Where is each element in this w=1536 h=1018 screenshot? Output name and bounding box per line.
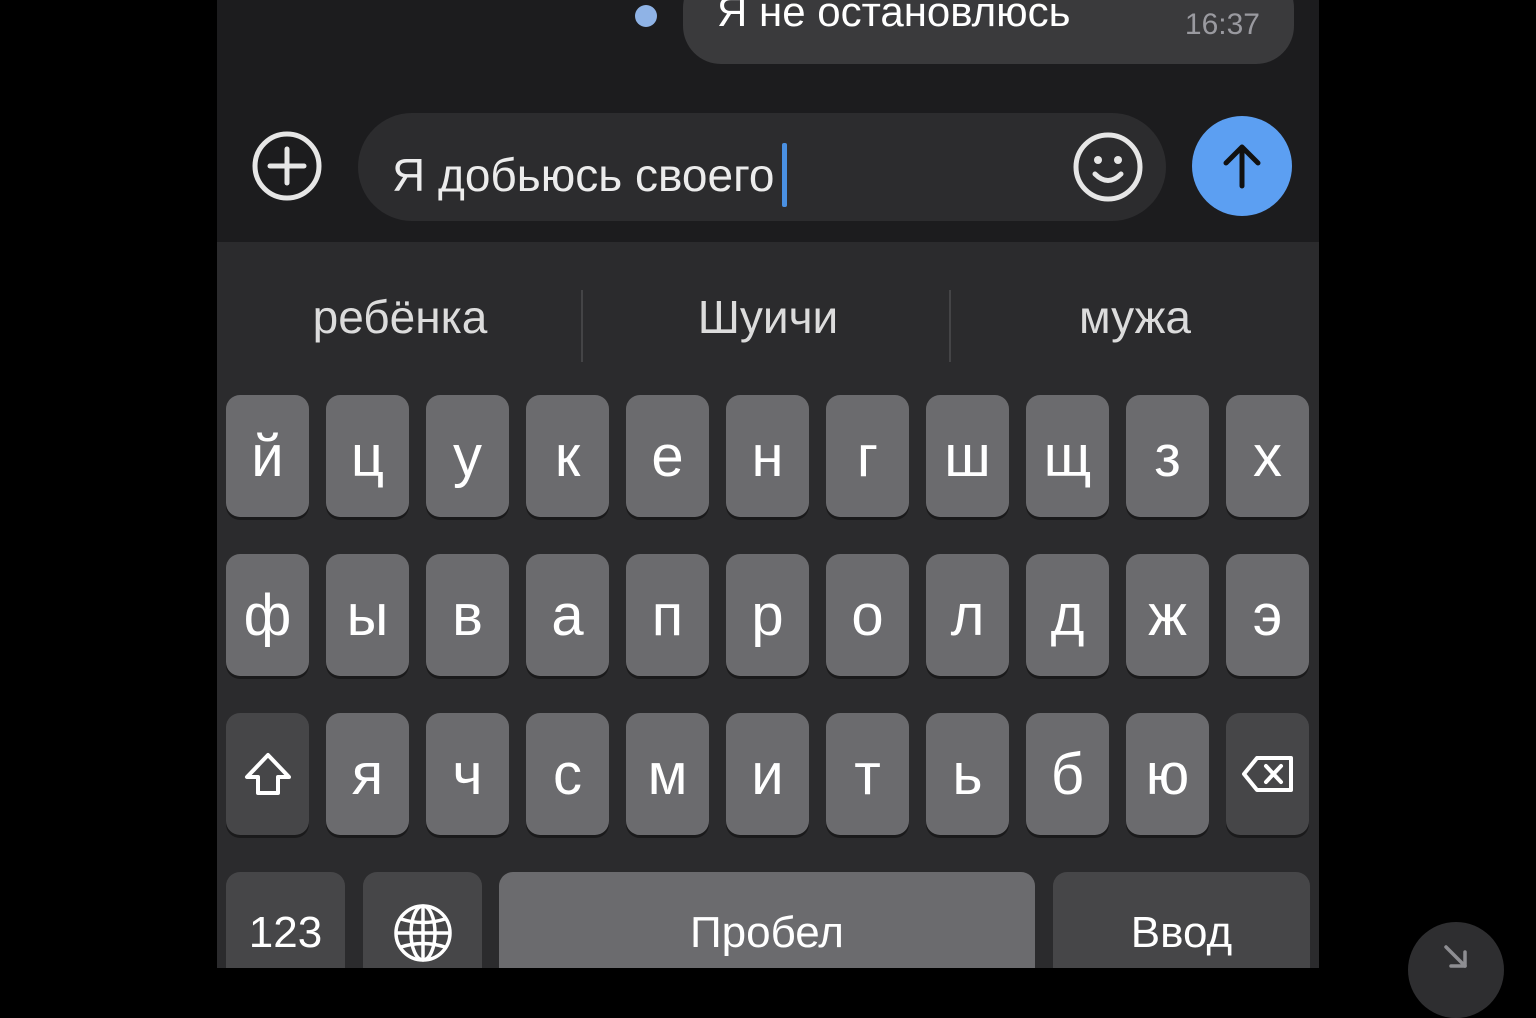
message-input-value: Я добьюсь своего	[392, 149, 775, 201]
key[interactable]: ч	[426, 713, 509, 835]
suggestion-bar: ребёнка Шуичи мужа	[217, 262, 1319, 372]
key[interactable]: с	[526, 713, 609, 835]
shift-key[interactable]	[226, 713, 309, 835]
key[interactable]: х	[1226, 395, 1309, 517]
attach-button[interactable]	[251, 130, 323, 202]
text-caret	[782, 143, 788, 207]
key[interactable]: б	[1026, 713, 1109, 835]
return-key[interactable]: Ввод	[1053, 872, 1310, 968]
message-input[interactable]: Я добьюсь своего	[358, 113, 1166, 221]
key[interactable]: т	[826, 713, 909, 835]
key[interactable]: ю	[1126, 713, 1209, 835]
plus-circle-icon	[252, 131, 322, 201]
key[interactable]: щ	[1026, 395, 1109, 517]
corner-overlay-button[interactable]	[1408, 922, 1504, 1018]
key[interactable]: ф	[226, 554, 309, 676]
key[interactable]: м	[626, 713, 709, 835]
message-time: 16:37	[1184, 8, 1260, 41]
suggestion-separator	[949, 290, 951, 362]
key[interactable]: п	[626, 554, 709, 676]
key[interactable]: у	[426, 395, 509, 517]
suggestion-1[interactable]: ребёнка	[217, 262, 583, 372]
smiley-icon	[1073, 132, 1143, 202]
key[interactable]: е	[626, 395, 709, 517]
send-button[interactable]	[1192, 116, 1292, 216]
suggestion-3[interactable]: мужа	[952, 262, 1318, 372]
backspace-icon	[1241, 756, 1293, 792]
emoji-button[interactable]	[1072, 131, 1144, 203]
message-input-text-wrap[interactable]: Я добьюсь своего	[392, 143, 788, 207]
unread-indicator-dot	[635, 5, 657, 27]
key[interactable]: н	[726, 395, 809, 517]
phone-screen: Я не остановлюсь 16:37 Я добьюсь своего	[217, 0, 1319, 968]
keyboard: ребёнка Шуичи мужа й ц у к е н г ш щ з х…	[217, 242, 1319, 968]
key[interactable]: о	[826, 554, 909, 676]
key[interactable]: л	[926, 554, 1009, 676]
key[interactable]: ш	[926, 395, 1009, 517]
key[interactable]: й	[226, 395, 309, 517]
key[interactable]: г	[826, 395, 909, 517]
key[interactable]: з	[1126, 395, 1209, 517]
arrow-up-icon	[1223, 144, 1261, 189]
suggestion-2[interactable]: Шуичи	[585, 262, 951, 372]
globe-key[interactable]	[363, 872, 482, 968]
key[interactable]: д	[1026, 554, 1109, 676]
key[interactable]: ц	[326, 395, 409, 517]
key[interactable]: ы	[326, 554, 409, 676]
backspace-key[interactable]	[1226, 713, 1309, 835]
key[interactable]: в	[426, 554, 509, 676]
key[interactable]: к	[526, 395, 609, 517]
key[interactable]: э	[1226, 554, 1309, 676]
shift-arrow-icon	[244, 753, 291, 795]
key[interactable]: а	[526, 554, 609, 676]
globe-icon	[393, 904, 452, 962]
numbers-key[interactable]: 123	[226, 872, 345, 968]
key[interactable]: ж	[1126, 554, 1209, 676]
key[interactable]: и	[726, 713, 809, 835]
space-key[interactable]: Пробел	[499, 872, 1035, 968]
suggestion-separator	[581, 290, 583, 362]
key[interactable]: р	[726, 554, 809, 676]
chat-area: Я не остановлюсь 16:37 Я добьюсь своего	[217, 0, 1319, 242]
key[interactable]: я	[326, 713, 409, 835]
message-text: Я не остановлюсь	[717, 0, 1071, 35]
message-bubble[interactable]: Я не остановлюсь 16:37	[683, 0, 1294, 64]
key[interactable]: ь	[926, 713, 1009, 835]
